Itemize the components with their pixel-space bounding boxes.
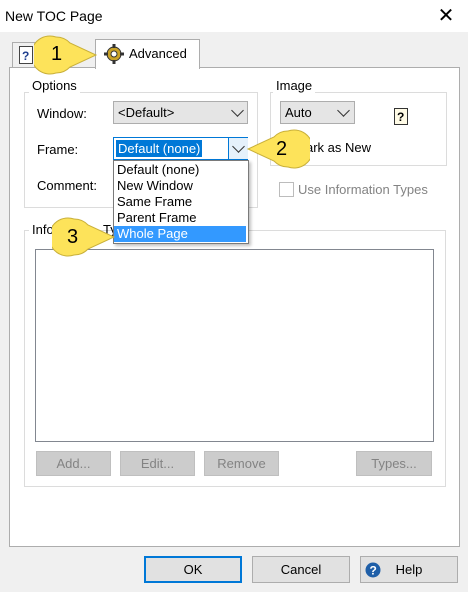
callout-3-shape (52, 217, 116, 257)
callout-3-number: 3 (67, 226, 79, 248)
ok-button[interactable]: OK (144, 556, 242, 583)
help-icon: ? (365, 562, 381, 578)
window-title: New TOC Page (5, 8, 103, 24)
chevron-down-icon (231, 104, 244, 117)
image-legend: Image (273, 78, 316, 93)
add-button[interactable]: Add... (36, 451, 111, 476)
dropdown-item[interactable]: Parent Frame (114, 210, 246, 226)
frame-label: Frame: (37, 142, 79, 157)
options-legend: Options (29, 78, 80, 93)
tab-advanced[interactable]: Advanced (95, 39, 200, 69)
callout-1-shape (34, 35, 98, 75)
window-select-value: <Default> (118, 105, 175, 120)
dropdown-item[interactable]: Default (none) (114, 162, 246, 178)
frame-select[interactable]: Default (none) (113, 137, 248, 160)
image-select[interactable]: Auto (280, 101, 355, 124)
cancel-button[interactable]: Cancel (252, 556, 350, 583)
window-label: Window: (37, 106, 87, 121)
info-types-list[interactable] (35, 249, 434, 442)
help-button[interactable]: ? Help (360, 556, 458, 583)
mark-as-new-label[interactable]: ark as New (306, 140, 371, 155)
svg-text:?: ? (22, 49, 29, 63)
chevron-down-icon (337, 104, 350, 117)
image-select-value: Auto (285, 105, 312, 120)
dropdown-item[interactable]: Same Frame (114, 194, 246, 210)
help-button-label: Help (395, 562, 423, 577)
remove-button[interactable]: Remove (204, 451, 279, 476)
dropdown-item[interactable]: New Window (114, 178, 246, 194)
use-info-types-checkbox[interactable] (279, 182, 294, 197)
window-select[interactable]: <Default> (113, 101, 248, 124)
close-icon[interactable]: ✕ (434, 4, 458, 28)
use-info-types-label: Use Information Types (298, 182, 428, 197)
svg-text:?: ? (370, 564, 377, 578)
callout-1-number: 1 (51, 43, 63, 65)
dropdown-item-selected[interactable]: Whole Page (114, 226, 246, 242)
comment-label: Comment: (37, 178, 97, 193)
frame-select-value: Default (none) (116, 140, 203, 157)
help-image-icon: ? (394, 108, 408, 125)
svg-text:?: ? (397, 110, 404, 124)
help-page-icon: ? (19, 46, 33, 64)
types-button[interactable]: Types... (356, 451, 432, 476)
edit-button[interactable]: Edit... (120, 451, 195, 476)
tab-advanced-label: Advanced (129, 46, 187, 61)
gear-icon (104, 44, 124, 64)
frame-dropdown-list: Default (none) New Window Same Frame Par… (113, 160, 249, 244)
callout-2-number: 2 (276, 138, 288, 160)
chevron-down-icon (232, 140, 245, 153)
